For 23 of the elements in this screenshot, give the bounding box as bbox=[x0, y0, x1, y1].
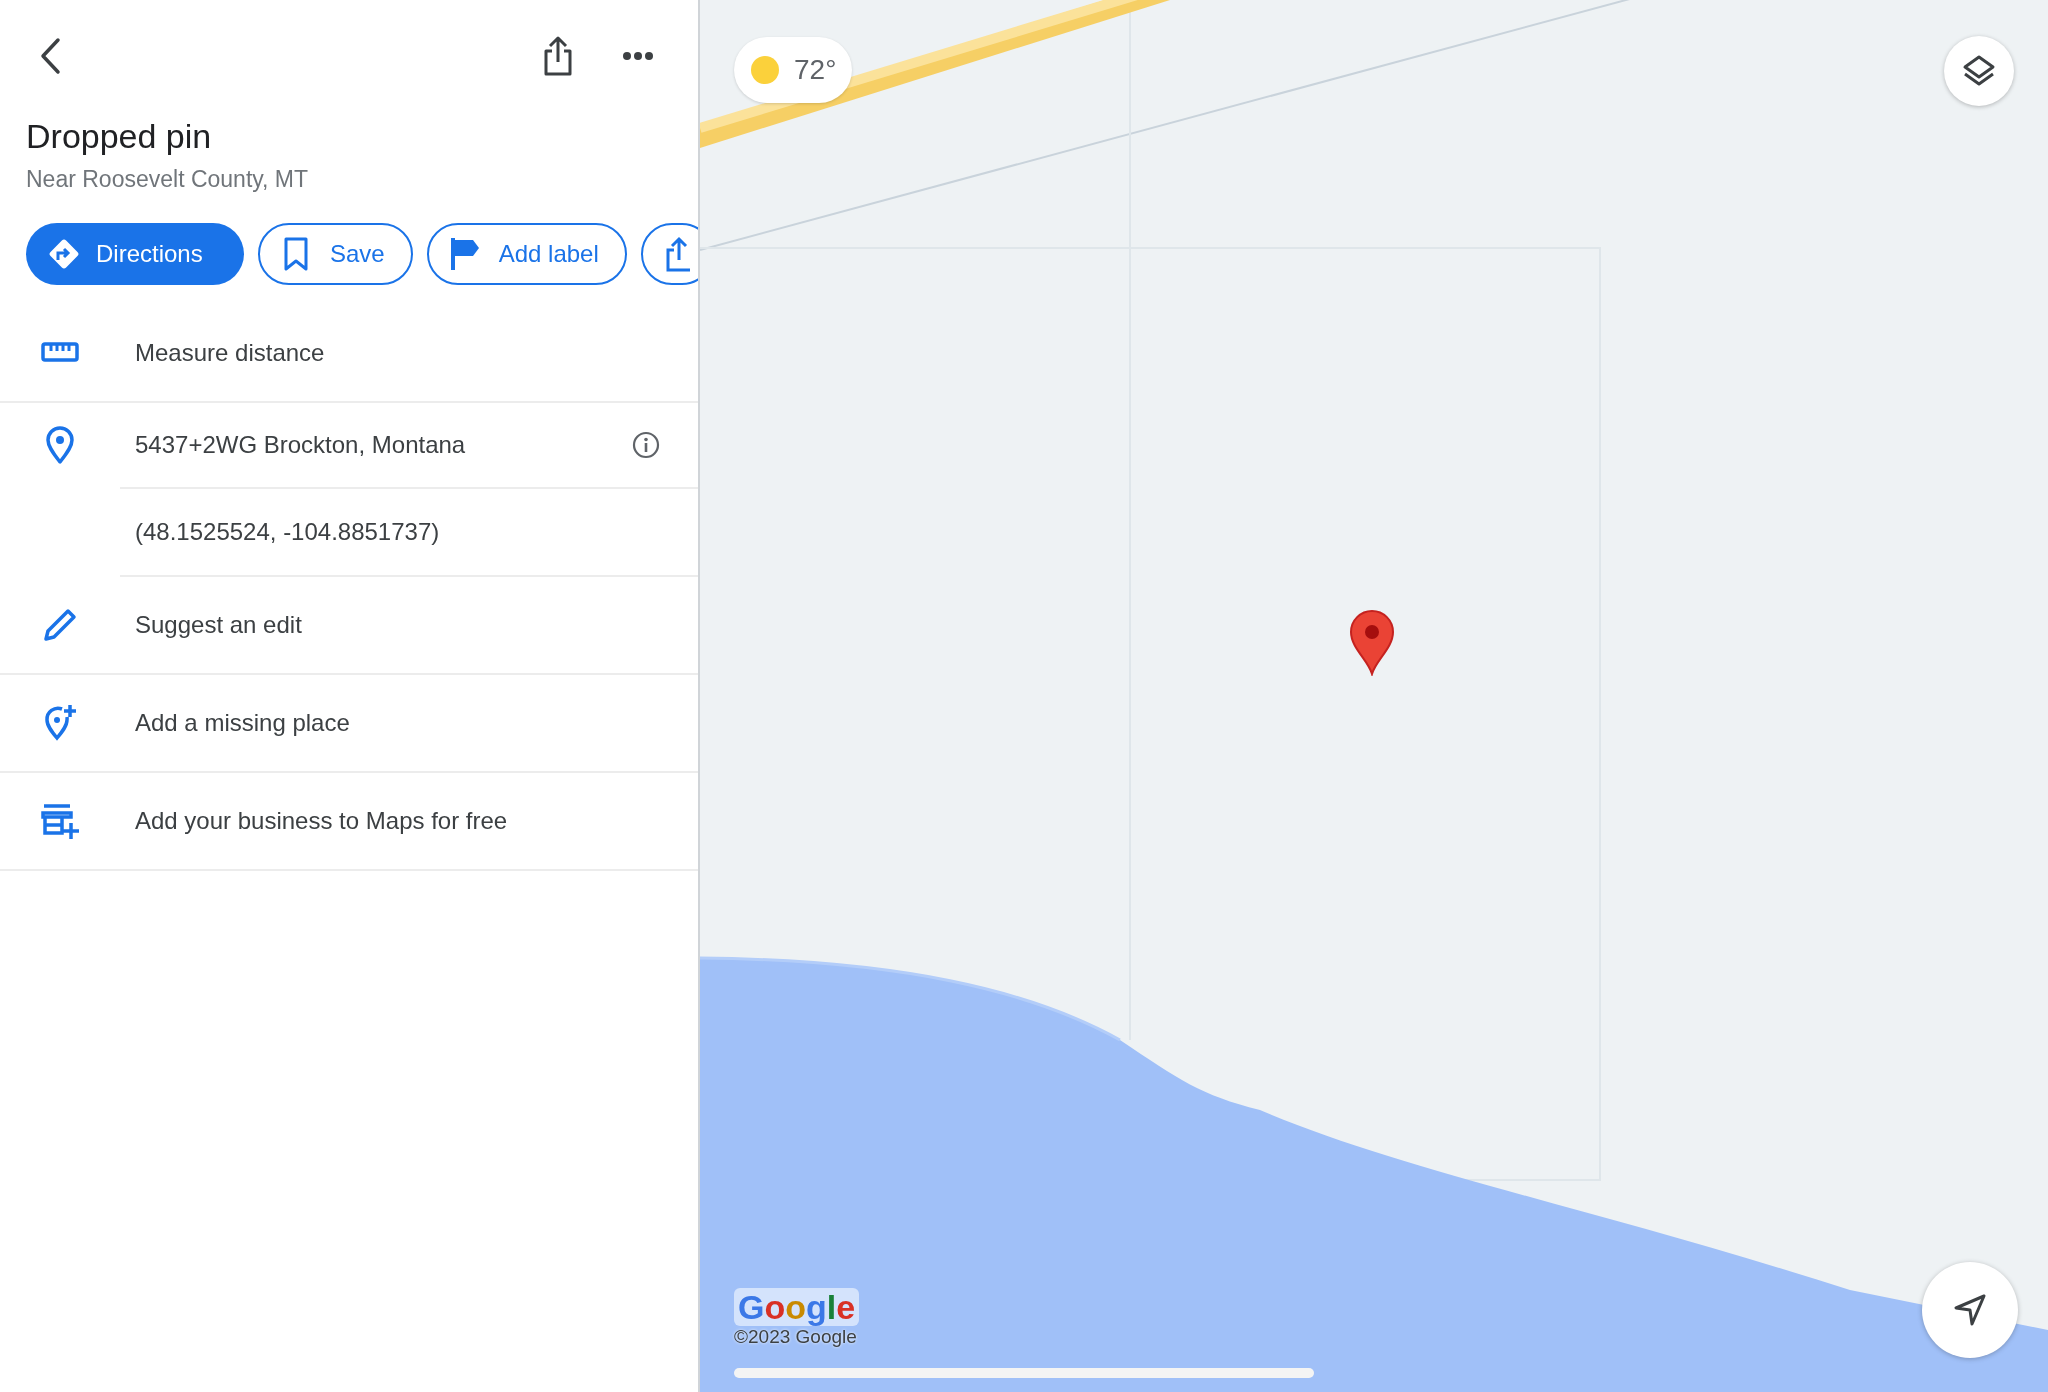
list-item[interactable]: Suggest an edit bbox=[120, 611, 660, 639]
place-title: Dropped pin bbox=[25, 116, 213, 156]
info-icon[interactable] bbox=[632, 431, 660, 459]
list-item[interactable]: Add your business to Maps for free bbox=[120, 807, 660, 835]
store-plus-icon bbox=[40, 801, 80, 841]
place-subtitle: Near Roosevelt County, MT bbox=[25, 165, 310, 193]
add-label-button[interactable]: Add label bbox=[426, 223, 627, 285]
list-item[interactable]: Measure distance bbox=[120, 339, 660, 367]
copyright-text: ©2023 Google bbox=[734, 1326, 858, 1348]
more-icon[interactable] bbox=[622, 51, 654, 61]
coordinates-text[interactable]: (48.1525524, -104.8851737) bbox=[120, 518, 660, 546]
back-icon[interactable] bbox=[38, 36, 62, 76]
list-item[interactable]: 5437+2WG Brockton, Montana bbox=[120, 431, 632, 459]
map-pin-icon bbox=[1348, 610, 1396, 676]
share-icon[interactable] bbox=[542, 36, 574, 76]
directions-button[interactable]: Directions bbox=[26, 223, 244, 285]
google-logo: Google bbox=[734, 1288, 860, 1326]
save-button[interactable]: Save bbox=[258, 223, 413, 285]
share-button[interactable] bbox=[640, 223, 698, 285]
sun-icon bbox=[750, 55, 780, 85]
layers-icon bbox=[1962, 54, 1996, 88]
list-item[interactable]: Add a missing place bbox=[120, 709, 660, 737]
navigation-arrow-icon bbox=[1952, 1292, 1988, 1328]
